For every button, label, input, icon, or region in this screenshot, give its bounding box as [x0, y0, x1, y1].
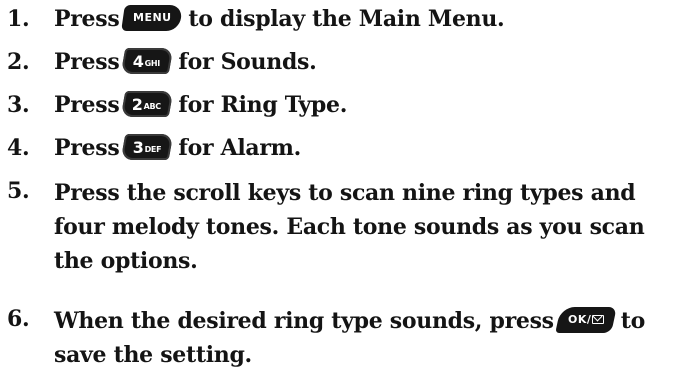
step-text-after: for Sounds.: [178, 49, 317, 75]
step-text-after: to display the Main Menu.: [188, 6, 505, 32]
step-text-before: Press: [54, 49, 120, 75]
step-number: 3.: [7, 92, 30, 118]
step-number: 4.: [7, 135, 30, 161]
key-3-icon: 3DEF: [121, 134, 174, 160]
ok-key-label: OK/: [567, 313, 591, 326]
step-number: 6.: [7, 306, 30, 332]
step-number: 2.: [7, 49, 30, 75]
key-digit: 3: [132, 138, 144, 157]
key-letters: DEF: [144, 145, 162, 154]
step-text-before: Press: [54, 92, 120, 118]
step-text-after: for Ring Type.: [178, 92, 348, 118]
ok-message-key-icon: OK/: [555, 307, 617, 333]
step-text-before: Press: [54, 135, 120, 161]
key-letters: ABC: [144, 102, 162, 111]
instruction-list: 1. Press MENU to display the Main Menu. 2.…: [0, 0, 676, 384]
menu-key-icon: MENU: [121, 5, 184, 31]
menu-key-label: MENU: [133, 11, 172, 24]
step-text: Press the scroll keys to scan nine ring …: [54, 180, 645, 274]
key-2-icon: 2ABC: [121, 91, 174, 117]
envelope-icon: [591, 315, 604, 324]
key-digit: 4: [133, 52, 145, 71]
step-text-before: When the desired ring type sounds, press: [54, 308, 554, 334]
step-number: 5.: [7, 178, 30, 204]
step-text-after: for Alarm.: [178, 135, 302, 161]
step-number: 1.: [7, 6, 30, 32]
key-letters: GHI: [145, 59, 161, 68]
step-text-before: Press: [54, 6, 120, 32]
key-digit: 2: [132, 95, 144, 114]
key-4-icon: 4GHI: [121, 48, 174, 74]
